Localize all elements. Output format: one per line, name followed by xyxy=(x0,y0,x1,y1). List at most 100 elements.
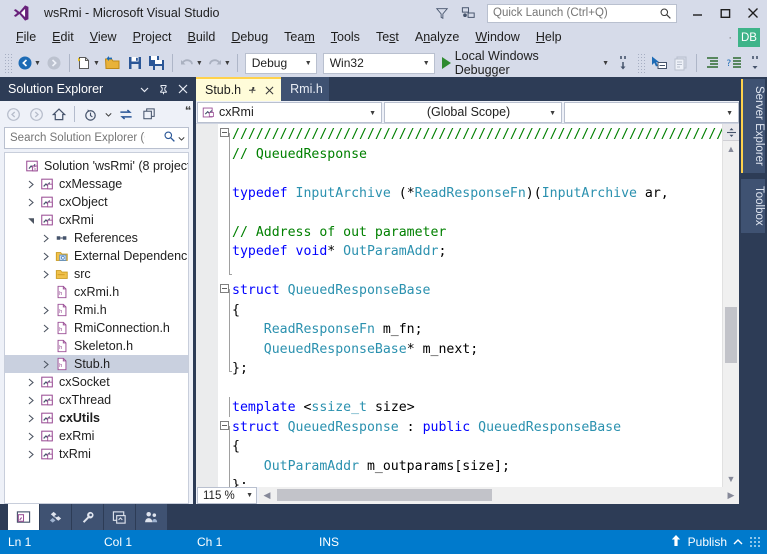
new-item-icon[interactable]: ▼ xyxy=(74,51,102,75)
filter-icon[interactable] xyxy=(429,0,455,26)
save-icon[interactable] xyxy=(124,51,146,75)
step-into-icon[interactable] xyxy=(613,51,635,75)
close-icon[interactable] xyxy=(263,86,275,95)
scroll-up-arrow-icon[interactable]: ▲ xyxy=(723,141,739,157)
configuration-combo[interactable]: Debug ▼ xyxy=(244,52,317,74)
pointer-select-icon[interactable] xyxy=(648,51,670,75)
account-badge[interactable]: DB xyxy=(738,28,760,47)
home-icon[interactable] xyxy=(48,103,70,125)
chevron-down-icon[interactable] xyxy=(102,103,114,125)
tree-item-rmi-h[interactable]: h Rmi.h xyxy=(5,301,188,319)
tree-item-stub-h[interactable]: h Stub.h xyxy=(5,355,188,373)
menu-team[interactable]: Team xyxy=(276,27,323,48)
decrease-indent-icon[interactable]: ? xyxy=(723,51,745,75)
outlining-collapse-icon[interactable] xyxy=(218,417,232,436)
chevron-right-icon[interactable] xyxy=(24,414,38,423)
bottom-tab-resource-view[interactable] xyxy=(136,504,167,530)
tree-item-cxrmi-h[interactable]: h cxRmi.h xyxy=(5,283,188,301)
chevron-down-icon[interactable] xyxy=(24,216,38,225)
menu-test[interactable]: Test xyxy=(368,27,407,48)
chevron-right-icon[interactable] xyxy=(39,324,53,333)
chevron-down-icon[interactable]: ▼ xyxy=(93,60,100,67)
chevron-right-icon[interactable] xyxy=(24,198,38,207)
menu-help[interactable]: Help xyxy=(528,27,570,48)
tree-item-cxthread[interactable]: cxThread xyxy=(5,391,188,409)
tree-item-references[interactable]: References xyxy=(5,229,188,247)
increase-indent-icon[interactable] xyxy=(701,51,723,75)
scroll-down-arrow-icon[interactable]: ▼ xyxy=(723,471,739,487)
chevron-right-icon[interactable] xyxy=(39,360,53,369)
chevron-down-icon[interactable] xyxy=(136,79,153,99)
properties-window-icon[interactable] xyxy=(138,103,160,125)
pin-icon[interactable] xyxy=(155,79,172,99)
member-scope-combo[interactable]: (Global Scope) ▼ xyxy=(384,101,562,123)
tab-rmi-h[interactable]: Rmi.h xyxy=(281,77,329,101)
sync-with-active-document-icon[interactable] xyxy=(115,103,137,125)
project-scope-combo[interactable]: cxRmi ▼ xyxy=(197,101,382,123)
tree-item-skeleton-h[interactable]: h Skeleton.h xyxy=(5,337,188,355)
menu-window[interactable]: Window xyxy=(467,27,527,48)
navigate-back-icon[interactable]: ▼ xyxy=(15,51,43,75)
menu-tools[interactable]: Tools xyxy=(323,27,368,48)
chevron-down-icon[interactable] xyxy=(178,131,185,145)
menu-build[interactable]: Build xyxy=(180,27,224,48)
chevron-up-icon[interactable] xyxy=(733,535,743,549)
chevron-down-icon[interactable]: ▼ xyxy=(34,60,41,67)
toolbar-overflow-icon[interactable] xyxy=(745,51,767,75)
chevron-down-icon[interactable]: ▼ xyxy=(196,60,203,67)
tree-item-cxsocket[interactable]: cxSocket xyxy=(5,373,188,391)
menu-project[interactable]: Project xyxy=(125,27,180,48)
solution-tree[interactable]: S Solution 'wsRmi' (8 projects) cxMessage c… xyxy=(4,152,189,504)
dock-tab-toolbox[interactable]: Toolbox xyxy=(741,178,765,233)
bottom-tab-properties[interactable] xyxy=(72,504,103,530)
solution-explorer-search-input[interactable] xyxy=(5,132,145,144)
quick-launch-box[interactable] xyxy=(487,3,677,23)
tree-item-cxutils[interactable]: cxUtils xyxy=(5,409,188,427)
tree-item-rmiconnection-h[interactable]: h RmiConnection.h xyxy=(5,319,188,337)
toolbar-grip[interactable] xyxy=(4,53,13,73)
code-editor[interactable]: ////////////////////////////////////////… xyxy=(196,124,739,487)
outlining-collapse-icon[interactable] xyxy=(218,124,232,144)
chevron-right-icon[interactable] xyxy=(24,432,38,441)
feedback-icon[interactable] xyxy=(455,0,481,26)
chevron-right-icon[interactable] xyxy=(24,378,38,387)
chevron-down-icon[interactable]: ▼ xyxy=(602,60,609,67)
dock-tab-server-explorer[interactable]: Server Explorer xyxy=(741,79,765,173)
overflow-chevron-icon[interactable]: ❛❛ xyxy=(185,104,191,117)
chevron-down-icon[interactable]: ▼ xyxy=(224,60,231,67)
menu-view[interactable]: View xyxy=(82,27,125,48)
tab-stub-h[interactable]: Stub.h xyxy=(196,77,282,101)
zoom-level-combo[interactable]: 115 % ▼ xyxy=(197,487,257,504)
chevron-right-icon[interactable] xyxy=(39,234,53,243)
member-detail-combo[interactable]: ▼ xyxy=(564,101,739,123)
tree-item-solution-wsrmi-8-projects[interactable]: S Solution 'wsRmi' (8 projects) xyxy=(5,157,188,175)
chevron-right-icon[interactable] xyxy=(24,450,38,459)
horizontal-scroll-thumb[interactable] xyxy=(277,489,492,501)
editor-vertical-scrollbar[interactable]: ▲ ▼ xyxy=(722,124,739,487)
pending-changes-icon[interactable] xyxy=(79,103,101,125)
quick-launch-input[interactable] xyxy=(488,7,648,19)
bottom-tab-solution-explorer[interactable] xyxy=(8,504,39,530)
tree-item-cxmessage[interactable]: cxMessage xyxy=(5,175,188,193)
chevron-right-icon[interactable] xyxy=(39,270,53,279)
publish-label[interactable]: Publish xyxy=(688,535,727,549)
bottom-tab-team-explorer[interactable] xyxy=(40,504,71,530)
tree-item-txrmi[interactable]: txRmi xyxy=(5,445,188,463)
chevron-right-icon[interactable] xyxy=(24,180,38,189)
resize-grip[interactable] xyxy=(749,536,761,548)
chevron-right-icon[interactable] xyxy=(39,306,53,315)
scroll-left-arrow-icon[interactable]: ◀ xyxy=(259,488,275,504)
close-button[interactable] xyxy=(739,0,767,26)
tree-item-cxrmi[interactable]: cxRmi xyxy=(5,211,188,229)
code-text[interactable]: ////////////////////////////////////////… xyxy=(232,124,722,487)
tree-item-cxobject[interactable]: cxObject xyxy=(5,193,188,211)
editor-horizontal-scrollbar[interactable]: ◀ ▶ xyxy=(259,487,739,504)
split-view-button[interactable] xyxy=(723,124,739,141)
bottom-tab-class-view[interactable] xyxy=(104,504,135,530)
menu-file[interactable]: File xyxy=(8,27,44,48)
open-file-icon[interactable] xyxy=(102,51,124,75)
menu-edit[interactable]: Edit xyxy=(44,27,82,48)
menu-analyze[interactable]: Analyze xyxy=(407,27,467,48)
tree-item-external-dependencies[interactable]: External Dependencies xyxy=(5,247,188,265)
editor-outlining-margin[interactable] xyxy=(218,124,234,487)
